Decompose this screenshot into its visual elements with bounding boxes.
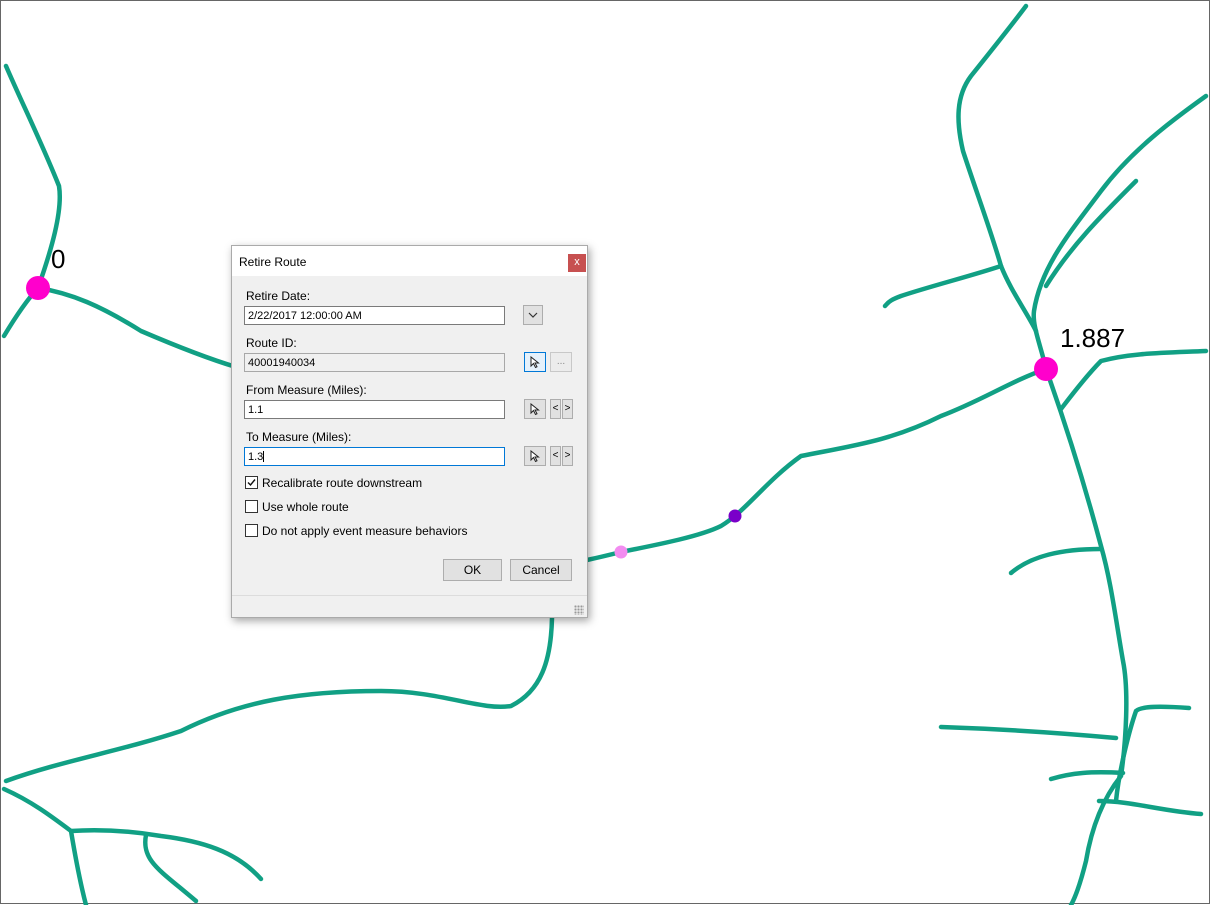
route-start-endpoint	[26, 276, 50, 300]
road-line	[1048, 770, 1126, 782]
road-line	[1043, 178, 1139, 289]
to-measure-label: To Measure (Miles):	[246, 430, 352, 444]
dialog-titlebar[interactable]: Retire Route x	[232, 246, 587, 276]
ok-button[interactable]: OK	[443, 559, 502, 581]
road-line	[143, 832, 199, 904]
chevron-down-icon	[528, 312, 538, 318]
route-id-label: Route ID:	[246, 336, 297, 350]
browse-route-button[interactable]: ...	[550, 352, 572, 372]
road-line	[1043, 366, 1129, 905]
road-network	[1, 3, 1209, 905]
resize-grip-icon[interactable]	[574, 605, 584, 615]
road-line	[1008, 546, 1104, 576]
from-measure-point	[614, 545, 628, 559]
to-measure-value: 1.3	[248, 451, 264, 463]
pointer-arrow-icon	[530, 449, 540, 463]
checkbox-label: Use whole route	[262, 500, 349, 514]
checkbox-box[interactable]	[245, 524, 258, 537]
road-line	[882, 263, 1004, 309]
route-id-field[interactable]: 40001940034	[244, 353, 505, 372]
pointer-arrow-icon	[530, 402, 540, 416]
retire-date-field[interactable]: 2/22/2017 12:00:00 AM	[244, 306, 505, 325]
close-button[interactable]: x	[568, 254, 586, 272]
from-measure-next-button[interactable]: >	[562, 399, 573, 419]
checkbox-box[interactable]	[245, 476, 258, 489]
retire-route-dialog: Retire Route x Retire Date: 2/22/2017 12…	[231, 245, 588, 618]
road-line	[1096, 798, 1204, 817]
checkbox-label: Do not apply event measure behaviors	[262, 524, 468, 538]
road-line	[68, 828, 89, 905]
from-measure-label: From Measure (Miles):	[246, 383, 367, 397]
road-line	[35, 285, 239, 370]
select-route-button[interactable]	[524, 352, 546, 372]
from-measure-prev-button[interactable]: <	[550, 399, 561, 419]
road-line	[1, 786, 264, 882]
checkbox-box[interactable]	[245, 500, 258, 513]
pick-to-measure-button[interactable]	[524, 446, 546, 466]
dialog-title: Retire Route	[239, 255, 307, 269]
to-measure-point	[728, 509, 742, 523]
text-cursor	[263, 451, 265, 462]
retire-date-label: Retire Date:	[246, 289, 311, 303]
road-line	[3, 615, 555, 784]
pointer-arrow-icon	[530, 355, 540, 369]
route-end-endpoint	[1034, 357, 1058, 381]
pick-from-measure-button[interactable]	[524, 399, 546, 419]
checkmark-icon	[247, 479, 256, 487]
from-measure-field[interactable]: 1.1	[244, 400, 505, 419]
to-measure-next-button[interactable]: >	[562, 446, 573, 466]
to-measure-prev-button[interactable]: <	[550, 446, 561, 466]
checkbox-label: Recalibrate route downstream	[262, 476, 423, 490]
start-measure-label: 0	[51, 244, 66, 274]
to-measure-field[interactable]: 1.3	[244, 447, 505, 466]
road-line	[938, 724, 1119, 741]
date-dropdown-button[interactable]	[523, 305, 543, 325]
dialog-statusbar	[232, 595, 587, 618]
road-line	[956, 3, 1039, 334]
road-line	[584, 366, 1049, 563]
end-measure-label: 1.887	[1060, 323, 1126, 353]
road-line	[1058, 348, 1209, 412]
cancel-button[interactable]: Cancel	[510, 559, 572, 581]
map-canvas[interactable]: 0 1.887	[0, 0, 1210, 905]
